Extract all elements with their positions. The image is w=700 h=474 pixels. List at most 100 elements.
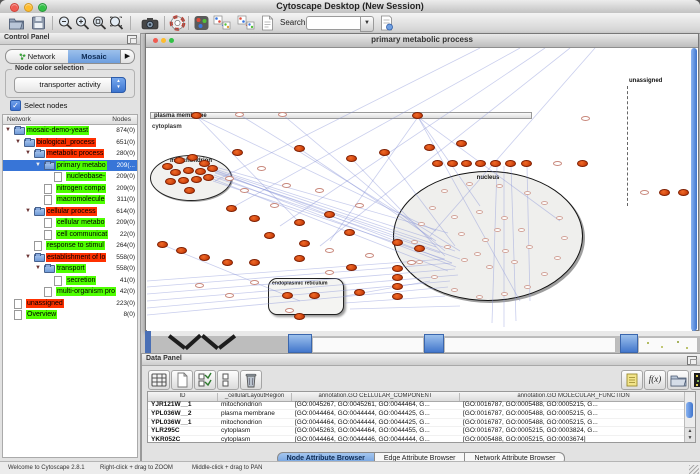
expand-arrow-icon[interactable]: ▼: [25, 150, 31, 157]
graph-node-orange[interactable]: [412, 112, 423, 119]
merge-networks-icon[interactable]: [212, 15, 232, 31]
graph-node-small[interactable]: [466, 182, 473, 186]
tree-column-header[interactable]: Network Nodes: [2, 114, 138, 124]
graph-node-orange[interactable]: [184, 187, 195, 194]
delete-attribute-trash-icon[interactable]: [240, 370, 262, 390]
notepad-icon[interactable]: [621, 370, 643, 390]
zoom-fit-icon[interactable]: [108, 15, 125, 31]
graph-node-orange[interactable]: [490, 160, 501, 167]
graph-node-small[interactable]: [476, 295, 483, 299]
graph-node-orange[interactable]: [226, 205, 237, 212]
graph-node-white[interactable]: [315, 188, 324, 193]
graph-node-orange[interactable]: [456, 140, 467, 147]
graph-node-white[interactable]: [278, 112, 287, 117]
graph-node-orange[interactable]: [222, 259, 233, 266]
graph-node-small[interactable]: [501, 292, 508, 296]
graph-node-orange[interactable]: [207, 165, 218, 172]
graph-node-small[interactable]: [441, 189, 448, 193]
graph-node-small[interactable]: [458, 232, 465, 236]
graph-node-small[interactable]: [496, 184, 503, 188]
network-window-titlebar[interactable]: primary metabolic process: [146, 34, 698, 48]
expand-arrow-icon[interactable]: ▼: [35, 265, 41, 272]
help-lifering-icon[interactable]: [169, 15, 186, 31]
graph-node-small[interactable]: [556, 216, 563, 220]
tab-mosaic[interactable]: Mosaic: [68, 49, 121, 64]
graph-node-orange[interactable]: [157, 241, 168, 248]
graph-node-orange[interactable]: [432, 160, 443, 167]
graph-node-white[interactable]: [355, 203, 364, 208]
graph-node-orange[interactable]: [299, 240, 310, 247]
close-window-button[interactable]: [10, 3, 19, 12]
graph-node-small[interactable]: [444, 245, 451, 249]
zoom-in-icon[interactable]: [74, 15, 91, 31]
graph-node-orange[interactable]: [392, 274, 403, 281]
tree-row[interactable]: ▼cellular process614(0): [3, 206, 137, 218]
graph-node-small[interactable]: [554, 256, 561, 260]
graph-node-orange[interactable]: [346, 264, 357, 271]
graph-node-orange[interactable]: [294, 313, 305, 320]
float-panel-icon[interactable]: [687, 356, 697, 365]
graph-node-orange[interactable]: [379, 149, 390, 156]
table-row[interactable]: YLR295Ccytoplasm[GO:0045263, GO:0044464,…: [148, 427, 685, 436]
graph-node-small[interactable]: [461, 258, 468, 262]
graph-node-white[interactable]: [240, 188, 249, 193]
graph-node-orange[interactable]: [392, 239, 403, 246]
graph-node-orange[interactable]: [294, 255, 305, 262]
graph-node-orange[interactable]: [392, 283, 403, 290]
tree-row[interactable]: unassigned223(0): [3, 298, 137, 310]
graph-node-orange[interactable]: [521, 160, 532, 167]
resize-grip[interactable]: [689, 465, 699, 474]
minimize-window-button[interactable]: [24, 3, 33, 12]
graph-node-white[interactable]: [581, 116, 590, 121]
tree-row[interactable]: ▼primary metabo209(...: [3, 160, 137, 172]
vizmapper-icon[interactable]: [193, 15, 210, 31]
tab-network[interactable]: Network: [5, 49, 69, 64]
table-row[interactable]: YPL036W__2plasma membrane[GO:0044464, GO…: [148, 410, 685, 419]
network-canvas[interactable]: plasma membrane cytoplasm mitochondrion …: [147, 48, 692, 331]
graph-node-orange[interactable]: [294, 219, 305, 226]
save-session-icon[interactable]: [30, 15, 47, 31]
graph-node-small[interactable]: [524, 285, 531, 289]
tab-overflow-arrow-icon[interactable]: ▶: [121, 49, 135, 64]
graph-node-white[interactable]: [640, 190, 649, 195]
graph-node-white[interactable]: [250, 280, 259, 285]
graph-node-white[interactable]: [257, 166, 266, 171]
select-attributes-icon[interactable]: [194, 370, 216, 390]
table-row[interactable]: YPL036W__1mitochondrion[GO:0044464, GO:0…: [148, 419, 685, 428]
graph-node-orange[interactable]: [424, 144, 435, 151]
graph-node-orange[interactable]: [346, 155, 357, 162]
graph-node-small[interactable]: [541, 272, 548, 276]
graph-node-orange[interactable]: [203, 174, 214, 181]
zoom-out-icon[interactable]: [57, 15, 74, 31]
graph-node-orange[interactable]: [354, 289, 365, 296]
graph-node-white[interactable]: [282, 183, 291, 188]
graph-node-small[interactable]: [418, 222, 425, 226]
graph-node-orange[interactable]: [282, 292, 293, 299]
graph-node-white[interactable]: [225, 293, 234, 298]
tree-row[interactable]: secretion41(0): [3, 275, 137, 287]
float-panel-icon[interactable]: [127, 35, 137, 44]
tree-row[interactable]: cellular metabo209(0): [3, 217, 137, 229]
graph-node-orange[interactable]: [392, 265, 403, 272]
tree-row[interactable]: ▼transport558(0): [3, 263, 137, 275]
graph-node-orange[interactable]: [309, 292, 320, 299]
graph-node-orange[interactable]: [176, 247, 187, 254]
tree-row[interactable]: Overview8(0): [3, 309, 137, 321]
function-builder-icon[interactable]: f(x): [644, 370, 666, 390]
graph-node-white[interactable]: [225, 176, 234, 181]
graph-node-orange[interactable]: [475, 160, 486, 167]
table-row[interactable]: YJR121W__1mitochondrion[GO:0045267, GO:0…: [148, 401, 685, 410]
graph-node-small[interactable]: [431, 275, 438, 279]
graph-node-small[interactable]: [482, 238, 489, 242]
graph-node-orange[interactable]: [678, 189, 689, 196]
graph-node-small[interactable]: [494, 228, 501, 232]
tree-row[interactable]: ▼mosaic-demo-yeast874(0): [3, 125, 137, 137]
graph-node-orange[interactable]: [659, 189, 670, 196]
graph-node-small[interactable]: [429, 206, 436, 210]
graph-node-small[interactable]: [451, 215, 458, 219]
zoom-view-button[interactable]: [169, 38, 174, 43]
graph-node-orange[interactable]: [191, 176, 202, 183]
snapshot-camera-icon[interactable]: [140, 15, 160, 31]
annotation-icon[interactable]: [259, 15, 276, 31]
graph-node-white[interactable]: [553, 161, 562, 166]
